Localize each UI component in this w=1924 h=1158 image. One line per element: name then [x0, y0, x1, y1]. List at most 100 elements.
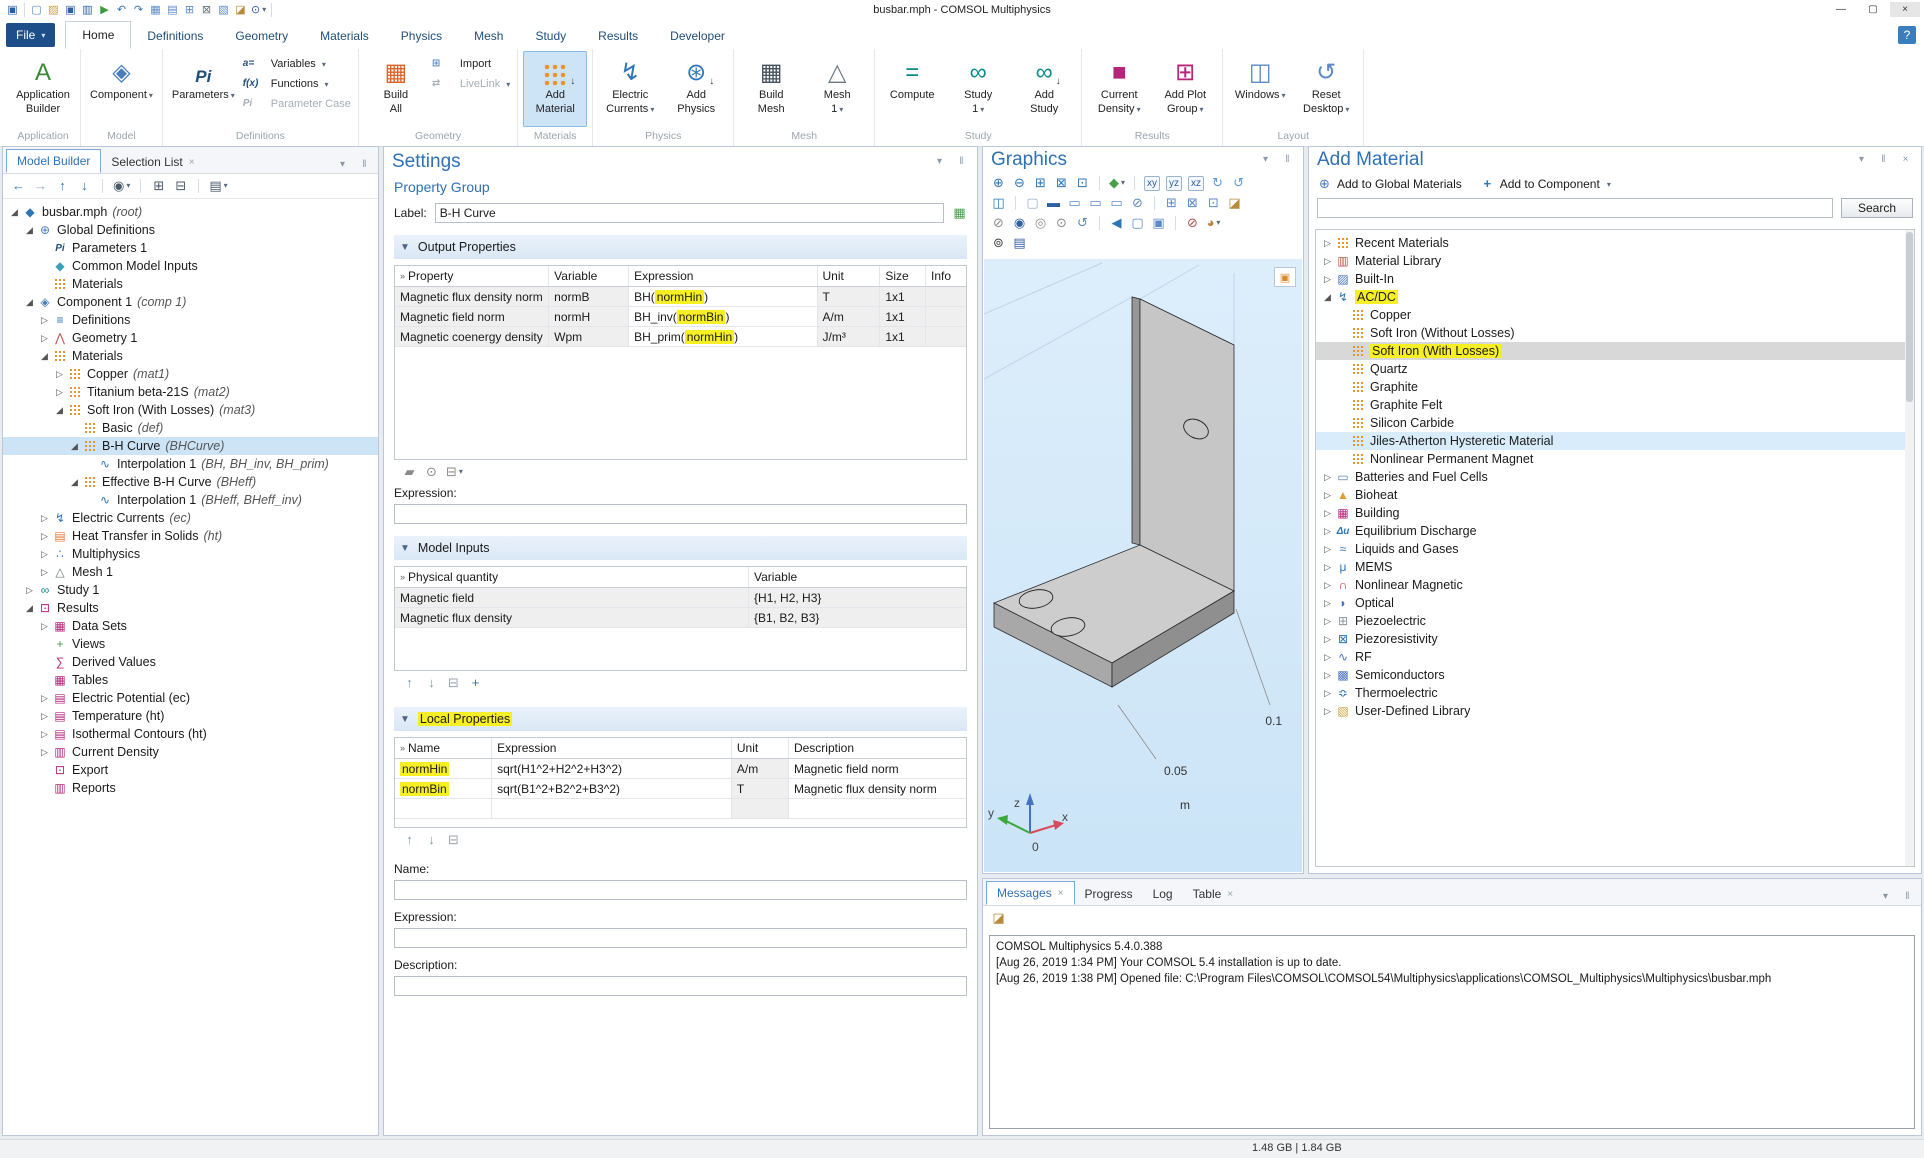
- tree-item-bioheat[interactable]: ▷▲Bioheat: [1316, 486, 1914, 504]
- pin-icon[interactable]: ‖: [1900, 889, 1915, 905]
- paste-icon[interactable]: ▤: [166, 2, 179, 18]
- table-row[interactable]: Magnetic field{H1, H2, H3}: [395, 588, 966, 608]
- view-yz-button[interactable]: yz: [1166, 176, 1182, 191]
- table-cell[interactable]: normB: [549, 287, 629, 306]
- tree-item-materials[interactable]: Materials: [3, 275, 378, 293]
- save-as-icon[interactable]: ▥: [81, 2, 94, 18]
- section-output-properties[interactable]: ▼ Output Properties: [394, 235, 967, 259]
- pin-icon[interactable]: ‖: [1280, 152, 1295, 168]
- table-cell[interactable]: [926, 327, 966, 346]
- select-pointer-icon[interactable]: ⊡: [1206, 195, 1221, 211]
- expander-open-icon[interactable]: ◢: [22, 225, 37, 236]
- tree-item-busbar-mph[interactable]: ◢◆busbar.mph(root): [3, 203, 378, 221]
- tree-item-batteries-and-fuel-cells[interactable]: ▷▭Batteries and Fuel Cells: [1316, 468, 1914, 486]
- model-tree-settings-icon[interactable]: ▤▾: [209, 178, 227, 194]
- reset-hiding-icon[interactable]: ↺: [1075, 215, 1090, 231]
- expander-closed-icon[interactable]: ▷: [1320, 580, 1335, 591]
- column-header-expression[interactable]: Expression: [629, 266, 817, 286]
- zoom-out-icon[interactable]: ⊖: [1012, 175, 1027, 191]
- expander-closed-icon[interactable]: ▷: [1320, 238, 1335, 249]
- search-button[interactable]: Search: [1841, 198, 1913, 218]
- row-up-icon[interactable]: ↑: [402, 832, 417, 848]
- tab-selection-list[interactable]: Selection List×: [101, 151, 204, 173]
- tree-item-reports[interactable]: ▥Reports: [3, 779, 378, 797]
- hide-objects-icon[interactable]: ⊘: [991, 215, 1006, 231]
- info-icon[interactable]: ⊙: [424, 464, 439, 480]
- electric-currents-button[interactable]: ↯ElectricCurrents▾: [598, 51, 662, 127]
- expression-input-2[interactable]: [394, 928, 967, 948]
- panel-menu-icon[interactable]: ▾: [932, 154, 947, 170]
- expander-closed-icon[interactable]: ▷: [37, 621, 52, 632]
- undo-icon[interactable]: ↶: [115, 2, 128, 18]
- collapse-triangle-icon[interactable]: ▼: [400, 714, 410, 725]
- tab-messages[interactable]: Messages×: [986, 881, 1075, 905]
- tree-item-built-in[interactable]: ▷▨Built-In: [1316, 270, 1914, 288]
- table-row[interactable]: normBinsqrt(B1^2+B2^2+B3^2)TMagnetic flu…: [395, 779, 966, 799]
- close-tab-icon[interactable]: ×: [1227, 889, 1233, 900]
- expression-input[interactable]: [394, 504, 967, 524]
- column-header-expression[interactable]: Expression: [492, 738, 732, 758]
- find-icon[interactable]: ⊙▾: [251, 2, 266, 18]
- tab-materials[interactable]: Materials: [304, 23, 385, 49]
- collapse-triangle-icon[interactable]: ▼: [400, 242, 410, 253]
- clear-messages-icon[interactable]: ◪: [991, 910, 1006, 926]
- expander-closed-icon[interactable]: ▷: [1320, 256, 1335, 267]
- help-button[interactable]: ?: [1898, 26, 1916, 44]
- expander-closed-icon[interactable]: ▷: [37, 567, 52, 578]
- column-header-physical-quantity[interactable]: »Physical quantity: [395, 567, 749, 587]
- move-up-icon[interactable]: ↑: [55, 178, 70, 194]
- select-box-icon[interactable]: ⊞: [1164, 195, 1179, 211]
- file-menu-button[interactable]: File ▾: [6, 23, 55, 47]
- expander-closed-icon[interactable]: ▷: [37, 711, 52, 722]
- expander-open-icon[interactable]: ◢: [37, 351, 52, 362]
- new-file-icon[interactable]: ▢: [30, 2, 43, 18]
- expander-open-icon[interactable]: ◢: [22, 297, 37, 308]
- wireframe-icon[interactable]: ▣: [1151, 215, 1166, 231]
- close-tab-icon[interactable]: ×: [189, 157, 195, 168]
- clear-icon[interactable]: ◪: [234, 2, 247, 18]
- expander-closed-icon[interactable]: ▷: [37, 513, 52, 524]
- tree-item-nonlinear-permanent-magnet[interactable]: Nonlinear Permanent Magnet: [1316, 450, 1914, 468]
- table-row[interactable]: normHinsqrt(H1^2+H2^2+H3^2)A/mMagnetic f…: [395, 759, 966, 779]
- rotate-cw-icon[interactable]: ↺: [1231, 175, 1246, 191]
- column-header-size[interactable]: Size: [880, 266, 926, 286]
- section-model-inputs[interactable]: ▼ Model Inputs: [394, 536, 967, 560]
- table-cell[interactable]: [789, 799, 966, 818]
- collapse-triangle-icon[interactable]: ▼: [400, 543, 410, 554]
- tree-item-study-1[interactable]: ▷∞Study 1: [3, 581, 378, 599]
- table-cell[interactable]: {B1, B2, B3}: [749, 608, 966, 627]
- reset-desktop-button[interactable]: ↺ResetDesktop▾: [1294, 51, 1358, 127]
- current-density-button[interactable]: ■CurrentDensity▾: [1087, 51, 1151, 127]
- column-header-property[interactable]: »Property: [395, 266, 549, 286]
- zoom-box-icon[interactable]: ⊞: [1033, 175, 1048, 191]
- tree-item-interpolation-1[interactable]: ∿Interpolation 1(BHeff, BHeff_inv): [3, 491, 378, 509]
- transparency-icon[interactable]: ▢: [1130, 215, 1145, 231]
- tree-item-nonlinear-magnetic[interactable]: ▷∩Nonlinear Magnetic: [1316, 576, 1914, 594]
- select-frame-icon[interactable]: ▧: [217, 2, 230, 18]
- material-search-input[interactable]: [1317, 198, 1833, 218]
- table-row[interactable]: Magnetic flux density normnormBBH(normHi…: [395, 287, 966, 307]
- view-xz-button[interactable]: xz: [1188, 176, 1204, 191]
- view-partial-icon[interactable]: ⊙: [1054, 215, 1069, 231]
- expander-closed-icon[interactable]: ▷: [1320, 274, 1335, 285]
- messages-log[interactable]: COMSOL Multiphysics 5.4.0.388[Aug 26, 20…: [989, 935, 1915, 1129]
- table-cell[interactable]: Magnetic field norm: [789, 759, 966, 778]
- close-panel-icon[interactable]: ×: [1898, 152, 1913, 168]
- render-cylinder-1-icon[interactable]: ▭: [1067, 195, 1082, 211]
- expander-closed-icon[interactable]: ▷: [1320, 670, 1335, 681]
- expander-closed-icon[interactable]: ▷: [37, 531, 52, 542]
- panel-menu-icon[interactable]: ▾: [1258, 152, 1273, 168]
- zoom-extents-icon[interactable]: ⊠: [1054, 175, 1069, 191]
- expander-closed-icon[interactable]: ▷: [1320, 544, 1335, 555]
- zoom-selected-icon[interactable]: ⊡: [1075, 175, 1090, 191]
- table-cell[interactable]: BH_inv(normBin): [629, 307, 817, 326]
- scene-light-icon[interactable]: ◀: [1109, 215, 1124, 231]
- row-down-icon[interactable]: ↓: [424, 675, 439, 691]
- tree-item-jiles-atherton-hysteretic-material[interactable]: Jiles-Atherton Hysteretic Material: [1316, 432, 1914, 450]
- mesh-1-button[interactable]: △Mesh1▾: [805, 51, 869, 127]
- tree-item-soft-iron-with-losses[interactable]: Soft Iron (With Losses): [1316, 342, 1914, 360]
- expander-closed-icon[interactable]: ▷: [1320, 634, 1335, 645]
- tree-item-materials[interactable]: ◢Materials: [3, 347, 378, 365]
- add-to-component-button[interactable]: + Add to Component ▾: [1480, 176, 1611, 192]
- tree-item-piezoelectric[interactable]: ▷⊞Piezoelectric: [1316, 612, 1914, 630]
